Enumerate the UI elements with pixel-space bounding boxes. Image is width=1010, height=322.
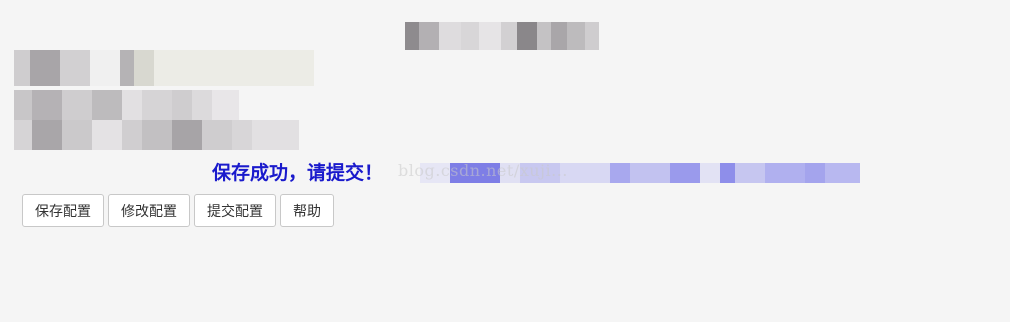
watermark: blog.csdn.net/xuji... [398,161,568,180]
button-toolbar: 保存配置 修改配置 提交配置 帮助 [22,194,334,227]
help-button[interactable]: 帮助 [280,194,334,227]
modify-config-button[interactable]: 修改配置 [108,194,190,227]
page: 保存成功，请提交！ blog.csdn.net/xuji... 保存配置 修改配… [0,0,1010,322]
redacted-line-1 [14,50,314,86]
redacted-title [405,22,615,50]
submit-config-button[interactable]: 提交配置 [194,194,276,227]
save-config-button[interactable]: 保存配置 [22,194,104,227]
status-message: 保存成功，请提交！ [212,162,384,184]
redacted-line-2 [14,90,239,120]
redacted-line-3 [14,120,299,150]
